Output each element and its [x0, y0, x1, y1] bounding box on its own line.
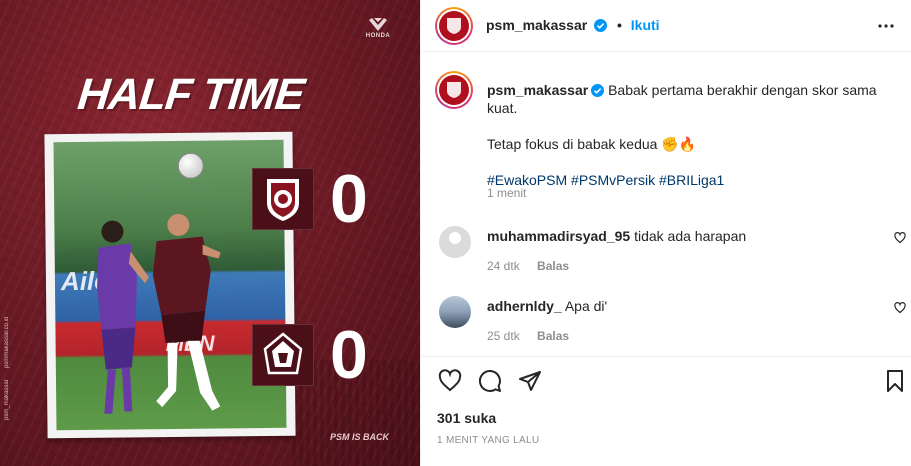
away-score-row: 0	[252, 318, 372, 392]
half-time-title: HALF TIME	[75, 70, 307, 119]
sponsor-label: HONDA	[365, 33, 391, 39]
comment-item: muhammadirsyad_95 tidak ada harapan 24 d…	[421, 223, 911, 283]
more-options-button[interactable]	[874, 14, 898, 38]
honda-logo: HONDA	[362, 16, 394, 39]
like-count[interactable]: 301 suka	[437, 410, 496, 426]
side-credit-1: psm_makassar	[4, 379, 10, 420]
caption-hashtags: #EwakoPSM #PSMvPersik #BRILiga1	[487, 171, 897, 189]
post-viewer: HONDA HALF TIME psm_makassar psmmakassar…	[0, 0, 911, 466]
persik-club-logo	[252, 324, 314, 386]
comments-list[interactable]: psm_makassar Babak pertama berakhir deng…	[421, 53, 911, 356]
side-credit-2: psmmakassar.co.id	[4, 316, 10, 368]
save-bookmark-icon[interactable]	[883, 369, 907, 393]
comment-text: Apa di'	[564, 298, 608, 314]
comment-meta: 24 dtk Balas	[487, 259, 583, 273]
author-avatar[interactable]	[435, 7, 473, 45]
header-user-line: psm_makassar • Ikuti	[486, 17, 660, 33]
caption-line-2: Tetap fokus di babak kedua ✊🔥	[487, 135, 897, 153]
heart-outline-icon[interactable]	[894, 232, 906, 244]
comment-text: tidak ada harapan	[634, 228, 747, 244]
hashtag-link[interactable]: #PSMvPersik	[571, 172, 655, 188]
follow-button[interactable]: Ikuti	[631, 17, 660, 33]
share-send-icon[interactable]	[518, 369, 542, 393]
comment-body: muhammadirsyad_95 tidak ada harapan	[487, 228, 746, 244]
commenter-username[interactable]: adhernldy_	[487, 298, 562, 314]
comment-bubble-icon[interactable]	[478, 369, 502, 393]
home-score-row: 0	[252, 162, 372, 236]
heart-outline-icon[interactable]	[894, 302, 906, 314]
caption-text-2: Tetap fokus di babak kedua	[487, 136, 658, 152]
psm-crest-icon	[267, 179, 299, 221]
caption-username[interactable]: psm_makassar	[487, 82, 588, 98]
side-credit: psm_makassar psmmakassar.co.id	[4, 250, 18, 420]
persik-crest-icon	[263, 332, 303, 375]
post-header: psm_makassar • Ikuti	[421, 0, 911, 52]
caption-line-1: psm_makassar Babak pertama berakhir deng…	[487, 81, 897, 117]
like-heart-icon[interactable]	[438, 369, 462, 393]
post-caption: psm_makassar Babak pertama berakhir deng…	[487, 81, 897, 207]
commenter-avatar[interactable]	[439, 296, 471, 328]
comment-time[interactable]: 24 dtk	[487, 259, 520, 273]
psm-club-logo	[252, 168, 314, 230]
honda-wing-icon	[369, 18, 387, 31]
hashtag-link[interactable]: #BRILiga1	[659, 172, 724, 188]
post-image[interactable]: HONDA HALF TIME psm_makassar psmmakassar…	[0, 0, 420, 466]
verified-badge-icon	[591, 84, 605, 97]
separator-dot: •	[616, 17, 622, 33]
home-score: 0	[330, 161, 368, 237]
away-score: 0	[330, 317, 368, 393]
football	[177, 152, 204, 179]
fist-fire-emoji: ✊🔥	[661, 136, 697, 152]
post-actions: 301 suka 1 MENIT YANG LALU	[421, 356, 911, 466]
reply-button[interactable]: Balas	[537, 259, 569, 273]
commenter-avatar[interactable]	[439, 226, 471, 258]
more-horizontal-icon	[878, 24, 894, 28]
player-maroon	[152, 213, 221, 411]
verified-badge-icon	[594, 19, 608, 32]
comment-time[interactable]: 25 dtk	[487, 329, 520, 343]
author-username[interactable]: psm_makassar	[486, 17, 587, 33]
caption-author-avatar[interactable]	[435, 71, 473, 109]
caption-timestamp[interactable]: 1 menit	[487, 186, 526, 200]
post-details-panel: psm_makassar • Ikuti psm_makassar Babak …	[420, 0, 911, 466]
comment-body: adhernldy_ Apa di'	[487, 298, 607, 314]
psm-crest-small-icon	[447, 82, 461, 98]
post-timestamp[interactable]: 1 MENIT YANG LALU	[437, 435, 539, 446]
commenter-username[interactable]: muhammadirsyad_95	[487, 228, 630, 244]
reply-button[interactable]: Balas	[537, 329, 569, 343]
psm-crest-small-icon	[447, 18, 461, 34]
comment-item: adhernldy_ Apa di' 25 dtk Balas	[421, 293, 911, 353]
comment-meta: 25 dtk Balas	[487, 329, 583, 343]
watermark-text: PSM IS BACK	[330, 432, 390, 442]
